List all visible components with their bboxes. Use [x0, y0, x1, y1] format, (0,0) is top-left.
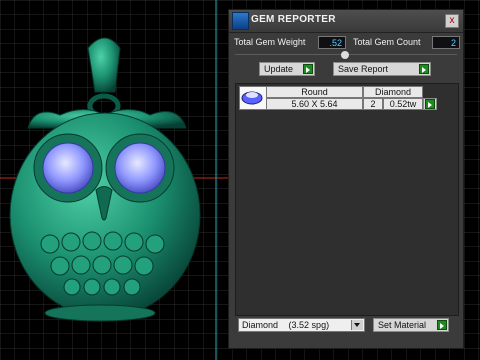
panel-titlebar[interactable]: GEM REPORTER x [229, 10, 463, 33]
update-label: Update [264, 64, 294, 74]
chevron-down-icon[interactable] [351, 320, 363, 330]
gem-reporter-app-icon [232, 12, 249, 30]
total-gem-weight-value: .52 [318, 36, 346, 49]
column-header-material: Diamond [363, 86, 423, 98]
total-gem-count-label: Total Gem Count [353, 37, 421, 47]
material-select[interactable]: Diamond (3.52 spg) [238, 318, 365, 332]
set-material-button[interactable]: Set Material [373, 318, 449, 332]
update-button[interactable]: Update [259, 62, 315, 76]
gem-weight: 0.52tw [383, 98, 423, 110]
save-report-label: Save Report [338, 64, 389, 74]
play-icon [303, 64, 313, 74]
left-eye-gem [42, 142, 94, 194]
total-gem-count-value: 2 [432, 36, 460, 49]
play-icon [419, 64, 429, 74]
row-go-button[interactable] [423, 98, 437, 110]
right-eye-gem [114, 142, 166, 194]
gem-size: 5.60 X 5.64 [266, 98, 363, 110]
gem-row[interactable]: Round Diamond 5.60 X 5.64 2 0.52tw [236, 84, 458, 110]
collapse-arrow-icon[interactable] [341, 51, 349, 59]
play-icon [425, 99, 435, 109]
play-icon [437, 320, 447, 330]
save-report-button[interactable]: Save Report [333, 62, 431, 76]
material-selected: Diamond [242, 320, 279, 330]
material-spg: (3.52 spg) [288, 320, 330, 330]
gem-thumbnail-icon [239, 86, 267, 110]
total-gem-weight-label: Total Gem Weight [234, 37, 306, 47]
close-button[interactable]: x [445, 14, 459, 28]
gem-list: Round Diamond 5.60 X 5.64 2 0.52tw [235, 83, 459, 316]
set-material-label: Set Material [378, 320, 427, 330]
column-header-shape: Round [266, 86, 363, 98]
gem-reporter-panel: GEM REPORTER x Total Gem Weight .52 Tota… [228, 9, 464, 349]
panel-title: GEM REPORTER [251, 14, 336, 25]
gem-count: 2 [363, 98, 383, 110]
